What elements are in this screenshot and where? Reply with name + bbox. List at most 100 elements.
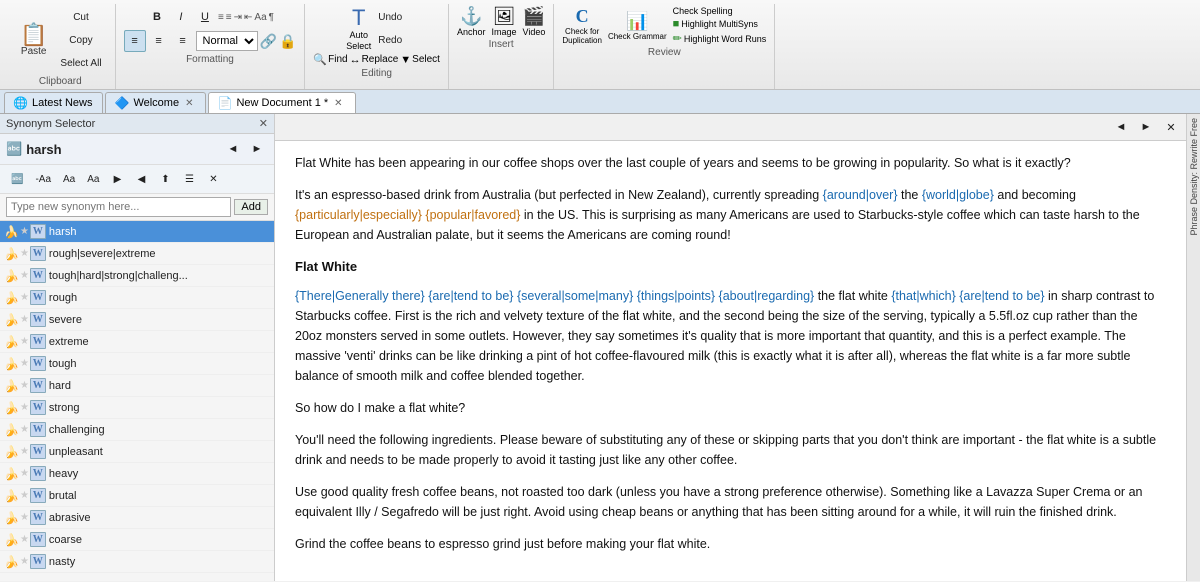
syn-item-icons: 🍌★W (4, 510, 46, 525)
anchor-button[interactable]: ⚓ Anchor (457, 6, 486, 37)
check-duplication-button[interactable]: C Check forDuplication (562, 6, 602, 45)
prev-word-button[interactable]: ◄ (222, 138, 244, 160)
syn-item-text: coarse (49, 534, 82, 546)
tool-btn-7[interactable]: ⬆ (154, 168, 176, 190)
syn-item-icons: 🍌★W (4, 488, 46, 503)
tool-btn-8[interactable]: ☰ (178, 168, 200, 190)
editor-next-button[interactable]: ► (1135, 116, 1157, 138)
syn-item-text: strong (49, 402, 80, 414)
select-icon: ▼ (400, 54, 411, 66)
copy-button[interactable]: Copy (55, 29, 106, 51)
video-button[interactable]: 🎬 Video (523, 6, 546, 37)
select-all-button[interactable]: Select All (55, 52, 106, 74)
syn-item-text: harsh (49, 226, 77, 238)
formatting-label: Formatting (186, 54, 234, 65)
tool-btn-4[interactable]: Aa (82, 168, 104, 190)
bold-button[interactable]: B (146, 6, 168, 28)
phrase-density-label: Phrase Density: Rewrite Free (1188, 114, 1200, 240)
underline-button[interactable]: U (194, 6, 216, 28)
tool-btn-6[interactable]: ◀ (130, 168, 152, 190)
video-label: Video (523, 27, 546, 37)
align-left-button[interactable]: ≡ (124, 30, 146, 52)
synonym-panel: Synonym Selector ✕ 🔤 harsh ◄ ► 🔤 -Aa Aa … (0, 114, 275, 581)
tool-btn-2[interactable]: -Aa (30, 168, 56, 190)
check-grammar-label: Check Grammar (608, 32, 667, 41)
align-center-button[interactable]: ≡ (148, 30, 170, 52)
tool-btn-9[interactable]: ✕ (202, 168, 224, 190)
panel-nav: ◄ ► (222, 138, 268, 160)
link-icon: 🔗 (260, 33, 277, 50)
star-icon: ★ (20, 226, 29, 237)
image-button[interactable]: 🖼 Image (492, 6, 517, 37)
tool-btn-1[interactable]: 🔤 (6, 168, 28, 190)
editor-close-button[interactable]: ✕ (1160, 116, 1182, 138)
banana-icon: 🍌 (4, 291, 19, 305)
new-doc-icon: 📄 (217, 96, 232, 110)
star-icon: ★ (20, 248, 29, 259)
editor-content[interactable]: Flat White has been appearing in our cof… (275, 141, 1186, 581)
synonym-list-item[interactable]: 🍌★Wsevere (0, 309, 274, 331)
star-icon: ★ (20, 380, 29, 391)
editing-label: Editing (361, 68, 392, 79)
syn-item-text: rough (49, 292, 77, 304)
tab-welcome[interactable]: 🔷 Welcome ✕ (105, 92, 206, 113)
star-icon: ★ (20, 424, 29, 435)
star-icon: ★ (20, 270, 29, 281)
doc-icon: W (30, 334, 46, 349)
format-select[interactable]: Normal (196, 31, 258, 51)
welcome-close-button[interactable]: ✕ (183, 98, 195, 109)
synonym-list-item[interactable]: 🍌★Wchallenging (0, 419, 274, 441)
synonym-list-item[interactable]: 🍌★Wstrong (0, 397, 274, 419)
synonym-list-item[interactable]: 🍌★Wtough|hard|strong|challeng... (0, 265, 274, 287)
undo-button[interactable]: Undo (373, 6, 407, 28)
span-around: {around|over} (823, 188, 898, 202)
banana-icon: 🍌 (4, 401, 19, 415)
tool-btn-3[interactable]: Aa (58, 168, 80, 190)
synonym-list-item[interactable]: 🍌★Wextreme (0, 331, 274, 353)
syn-item-text: nasty (49, 556, 75, 568)
synonym-list-item[interactable]: 🍌★Wtough (0, 353, 274, 375)
star-icon: ★ (20, 446, 29, 457)
add-synonym-button[interactable]: Add (234, 199, 268, 215)
next-word-button[interactable]: ► (246, 138, 268, 160)
list2-icon: ≡ (226, 12, 232, 23)
synonym-list-item[interactable]: 🍌★Wbrutal (0, 485, 274, 507)
panel-word-row: 🔤 harsh ◄ ► (0, 134, 274, 165)
doc-icon: W (30, 466, 46, 481)
tab-latest-news[interactable]: 🌐 Latest News (4, 92, 103, 113)
clipboard-section: 📋 Paste Cut Copy Select All Clipboard (6, 4, 116, 89)
synonym-list-item[interactable]: 🍌★Wrough|severe|extreme (0, 243, 274, 265)
editor-toolbar: ◄ ► ✕ (275, 114, 1186, 141)
editing-section: T Auto Select Undo Redo 🔍 Find (305, 4, 449, 89)
editor-prev-button[interactable]: ◄ (1110, 116, 1132, 138)
select-label: Select (412, 54, 440, 65)
synonym-list-item[interactable]: 🍌★Wnasty (0, 551, 274, 573)
synonym-list-item[interactable]: 🍌★Wrough (0, 287, 274, 309)
star-icon: ★ (20, 292, 29, 303)
syn-item-text: tough (49, 358, 77, 370)
tab-new-document[interactable]: 📄 New Document 1 * ✕ (208, 92, 355, 113)
synonym-list-item[interactable]: 🍌★Wunpleasant (0, 441, 274, 463)
panel-close-button[interactable]: ✕ (259, 117, 268, 130)
italic-button[interactable]: I (170, 6, 192, 28)
synonym-list-item[interactable]: 🍌★Wabrasive (0, 507, 274, 529)
redo-button[interactable]: Redo (373, 29, 407, 51)
synonym-list-item[interactable]: 🍌★Wharsh (0, 221, 274, 243)
indent-icon: ⇥ (234, 12, 242, 23)
check-grammar-button[interactable]: 📊 Check Grammar (608, 11, 667, 41)
search-row: Add (0, 194, 274, 221)
tool-btn-5[interactable]: ▶ (106, 168, 128, 190)
new-doc-close-button[interactable]: ✕ (332, 98, 344, 109)
span-world: {world|globe} (922, 188, 994, 202)
cut-button[interactable]: Cut (55, 6, 106, 28)
para-1: Flat White has been appearing in our cof… (295, 153, 1166, 173)
star-icon: ★ (20, 534, 29, 545)
synonym-list-item[interactable]: 🍌★Wcoarse (0, 529, 274, 551)
synonym-list: 🍌★Wharsh🍌★Wrough|severe|extreme🍌★Wtough|… (0, 221, 274, 581)
search-input[interactable] (6, 197, 231, 217)
align-right-button[interactable]: ≡ (172, 30, 194, 52)
synonym-list-item[interactable]: 🍌★Wheavy (0, 463, 274, 485)
synonym-list-item[interactable]: 🍌★Whard (0, 375, 274, 397)
paste-button[interactable]: 📋 Paste (14, 22, 53, 59)
syn-item-icons: 🍌★W (4, 312, 46, 327)
